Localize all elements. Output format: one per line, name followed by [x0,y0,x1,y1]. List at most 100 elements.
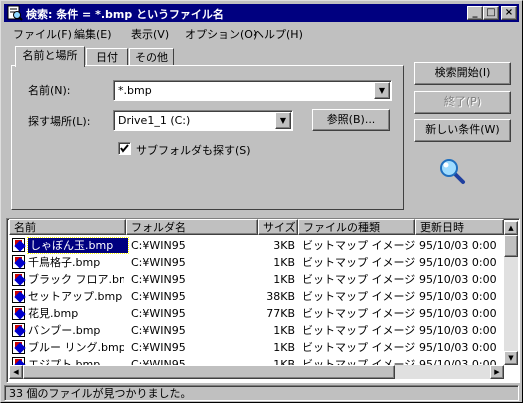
name-combobox[interactable]: *.bmp ▼ [113,80,392,101]
cell-modified: 95/10/03 0:00 [419,307,497,320]
tab-name-location[interactable]: 名前と場所 [15,46,85,67]
cell-name[interactable]: セットアップ.bmp [28,289,124,304]
find-window: 検索: 条件 = *.bmp というファイル名 _ □ × ファイル(F) 編集… [0,0,523,403]
cell-type: ビットマップ イメージ [302,273,415,286]
vertical-scroll-thumb[interactable] [504,235,518,257]
cell-modified: 95/10/03 0:00 [419,239,497,252]
cell-size: 1KB [273,341,295,354]
tab-other[interactable]: その他 [129,48,174,66]
browse-button[interactable]: 参照(B)... [312,109,390,131]
bitmap-file-icon [12,323,25,337]
new-search-button[interactable]: 新しい条件(W) [414,119,511,142]
table-row[interactable]: しゃぼん玉.bmp C:¥WIN95 3KB ビットマップ イメージ 95/10/03 … [9,237,504,254]
stop-button[interactable]: 終了(P) [414,91,511,114]
cell-type: ビットマップ イメージ [302,256,415,269]
table-row[interactable]: ブラック フロア.bmp C:¥WIN95 1KB ビットマップ イメージ 95/10/… [9,271,504,288]
cell-folder: C:¥WIN95 [131,307,186,320]
cell-size: 38KB [266,290,295,303]
window-title: 検索: 条件 = *.bmp というファイル名 [26,8,224,21]
cell-name[interactable]: しゃぼん玉.bmp [27,237,129,254]
bitmap-file-icon [12,255,25,269]
cell-name[interactable]: バンブー.bmp [28,323,124,338]
horizontal-scroll-thumb[interactable] [23,365,395,379]
name-input[interactable]: *.bmp [118,84,152,97]
title-bar[interactable]: 検索: 条件 = *.bmp というファイル名 _ □ × [4,4,519,22]
cell-modified: 95/10/03 0:00 [419,324,497,337]
table-row[interactable]: エジプト.bmp C:¥WIN95 1KB ビットマップ イメージ 95/10/03 0… [9,356,504,365]
cell-name[interactable]: エジプト.bmp [28,357,124,365]
cell-folder: C:¥WIN95 [131,341,186,354]
arrow-up-icon: ▲ [508,224,514,232]
status-text: 33 個のファイルが見つかりました。 [9,387,192,400]
cell-type: ビットマップ イメージ [302,239,415,252]
cell-folder: C:¥WIN95 [131,239,186,252]
menu-bar: ファイル(F) 編集(E) 表示(V) オプション(O) ヘルプ(H) [4,23,519,42]
cell-type: ビットマップ イメージ [302,290,415,303]
scroll-right-button[interactable]: ▶ [490,365,504,379]
subfolders-checkbox[interactable] [118,142,131,155]
minimize-icon: _ [472,7,478,18]
cell-folder: C:¥WIN95 [131,358,186,365]
bitmap-file-icon [12,340,25,354]
cell-size: 1KB [273,256,295,269]
table-row[interactable]: 花見.bmp C:¥WIN95 77KB ビットマップ イメージ 95/10/03 0:… [9,305,504,322]
bitmap-file-icon [12,289,25,303]
minimize-button[interactable]: _ [467,6,483,20]
cell-size: 3KB [273,239,295,252]
tab-panel: 名前(N): *.bmp ▼ 探す場所(L): Drive1_1 (C:) ▼ … [11,65,404,210]
close-button[interactable]: × [501,6,517,20]
cell-folder: C:¥WIN95 [131,324,186,337]
name-dropdown-button[interactable]: ▼ [374,82,390,99]
maximize-button[interactable]: □ [483,6,499,20]
table-row[interactable]: ブルー リング.bmp C:¥WIN95 1KB ビットマップ イメージ 95/10/0… [9,339,504,356]
table-row[interactable]: 千鳥格子.bmp C:¥WIN95 1KB ビットマップ イメージ 95/10/03 0… [9,254,504,271]
cell-folder: C:¥WIN95 [131,273,186,286]
cell-name[interactable]: 花見.bmp [28,306,124,321]
location-dropdown-button[interactable]: ▼ [275,112,291,129]
cell-size: 1KB [273,324,295,337]
name-label: 名前(N): [28,84,71,97]
location-label: 探す場所(L): [28,115,91,128]
menu-edit[interactable]: 編集(E) [71,25,115,43]
location-input[interactable]: Drive1_1 (C:) [118,114,190,127]
cell-type: ビットマップ イメージ [302,324,415,337]
close-icon: × [504,7,514,18]
chevron-down-icon: ▼ [378,86,386,95]
cell-name[interactable]: ブルー リング.bmp [28,340,124,355]
cell-size: 1KB [273,358,295,365]
find-now-button[interactable]: 検索開始(I) [414,62,511,85]
menu-file[interactable]: ファイル(F) [10,25,75,43]
subfolders-label: サブフォルダも探す(S) [136,144,251,157]
menu-options[interactable]: オプション(O) [182,25,260,43]
cell-size: 77KB [266,307,295,320]
location-combobox[interactable]: Drive1_1 (C:) ▼ [113,110,293,131]
bitmap-file-icon [12,272,25,286]
menu-view[interactable]: 表示(V) [128,25,172,43]
table-row[interactable]: バンブー.bmp C:¥WIN95 1KB ビットマップ イメージ 95/10/03 0… [9,322,504,339]
cell-type: ビットマップ イメージ [302,307,415,320]
scroll-up-button[interactable]: ▲ [504,221,518,235]
cell-modified: 95/10/03 0:00 [419,341,497,354]
menu-help[interactable]: ヘルプ(H) [250,25,306,43]
bitmap-file-icon [12,306,25,320]
chevron-down-icon: ▼ [279,116,287,125]
cell-modified: 95/10/03 0:00 [419,256,497,269]
vertical-scrollbar[interactable]: ▲ ▼ [504,221,518,365]
status-bar: 33 個のファイルが見つかりました。 [4,385,519,401]
tab-date[interactable]: 日付 [86,48,128,66]
horizontal-scrollbar[interactable]: ◀ ▶ [9,365,504,379]
cell-name[interactable]: ブラック フロア.bmp [28,272,124,287]
bitmap-file-icon [12,357,25,365]
cell-modified: 95/10/03 0:00 [419,290,497,303]
scroll-left-button[interactable]: ◀ [9,365,23,379]
results-list[interactable]: 名前 フォルダ名 サイズ ファイルの種類 更新日時 しゃぼん玉.bmp C:¥WI… [6,218,520,383]
cell-modified: 95/10/03 0:00 [419,358,497,365]
cell-modified: 95/10/03 0:00 [419,273,497,286]
cell-type: ビットマップ イメージ [302,358,415,365]
table-row[interactable]: セットアップ.bmp C:¥WIN95 38KB ビットマップ イメージ 95/10/0… [9,288,504,305]
bitmap-file-icon [12,238,25,252]
arrow-down-icon: ▼ [508,354,514,362]
arrow-left-icon: ◀ [13,368,19,376]
scroll-down-button[interactable]: ▼ [504,351,518,365]
cell-name[interactable]: 千鳥格子.bmp [28,255,124,270]
